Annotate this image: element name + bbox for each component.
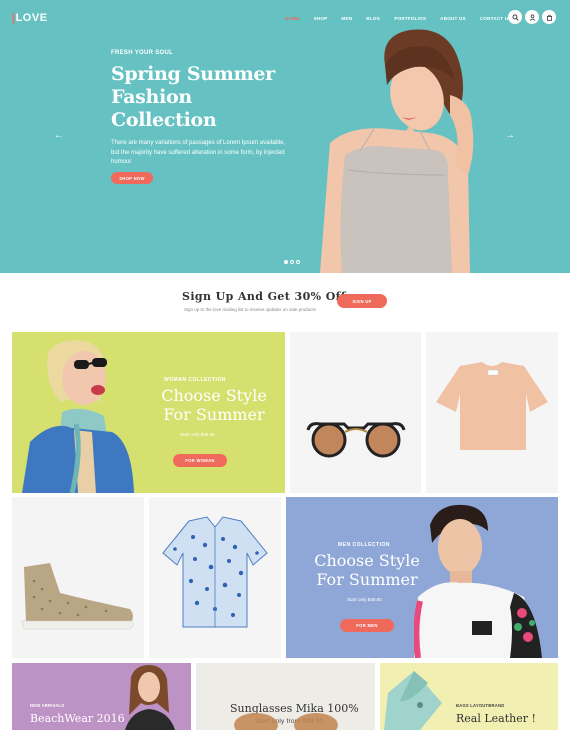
beachwear-banner[interactable]: NEW ARRIVALS BeachWear 2016 (12, 663, 191, 730)
bag-icon (546, 14, 552, 21)
next-slide-arrow-icon[interactable]: → (505, 130, 515, 141)
sign-up-button[interactable]: SIGN UP (337, 294, 387, 308)
product-pink-top[interactable] (426, 332, 558, 493)
cart-button[interactable] (542, 10, 556, 24)
nav-men[interactable]: MEN (341, 16, 352, 21)
for-woman-button[interactable]: FOR WOMAN (173, 454, 227, 467)
hero-kicker: FRESH YOUR SOUL (111, 50, 174, 56)
men-collection-banner[interactable]: MEN COLLECTION Choose Style For Summer S… (286, 497, 558, 658)
nav-shop[interactable]: SHOP (314, 16, 328, 21)
slide-dot-2[interactable] (290, 260, 294, 264)
men-collection-price: Start only $49.00 (347, 597, 382, 602)
hero-copy: FRESH YOUR SOUL Spring Summer Fashion Co… (111, 50, 296, 168)
nav-contact-us[interactable]: CONTACT US (480, 16, 512, 21)
hero-title: Spring Summer Fashion Collection (111, 63, 296, 132)
sneaker-image (21, 563, 134, 630)
sunglasses-image (306, 422, 406, 458)
signup-subtitle: Sign up to the love mailing list to rece… (184, 307, 316, 312)
hero-banner: |LOVE HOME SHOP MEN BLOG PORTFOLIOS ABOU… (0, 0, 570, 273)
slider-dots (284, 260, 300, 264)
prev-slide-arrow-icon[interactable]: ← (54, 130, 64, 141)
sunglasses-banner-image (234, 713, 338, 730)
hero-description: There are many variations of passages of… (111, 140, 286, 165)
header-icons (508, 10, 556, 24)
for-men-button[interactable]: FOR MEN (340, 619, 394, 632)
leather-bag-image (384, 671, 442, 730)
men-title-line2: For Summer (316, 570, 418, 589)
woman-model-image (22, 340, 134, 493)
nav-portfolios[interactable]: PORTFOLIOS (394, 16, 426, 21)
nav-blog[interactable]: BLOG (366, 16, 380, 21)
slide-dot-1[interactable] (284, 260, 288, 264)
woman-collection-price: Start only $49.00 (180, 432, 215, 437)
search-icon (512, 14, 519, 21)
product-sunglasses[interactable] (290, 332, 421, 493)
beachwear-title: BeachWear 2016 (30, 712, 125, 725)
leather-banner[interactable]: BAGS LAYOUTBRAND Real Leather ! (380, 663, 558, 730)
woman-collection-title: Choose Style For Summer (159, 386, 269, 424)
signup-title: Sign Up And Get 30% Off (182, 290, 346, 303)
beachwear-kicker: NEW ARRIVALS (30, 703, 65, 708)
logo[interactable]: |LOVE (12, 12, 48, 24)
printed-shirt-image (162, 516, 268, 628)
user-icon (529, 14, 535, 21)
nav-home[interactable]: HOME (285, 16, 300, 21)
woman-title-line2: For Summer (163, 405, 265, 424)
beachwear-model-image (125, 665, 175, 730)
hero-title-line2: Fashion Collection (111, 86, 217, 131)
main-nav: HOME SHOP MEN BLOG PORTFOLIOS ABOUT US C… (285, 16, 526, 21)
pink-top-image (436, 362, 548, 450)
account-button[interactable] (525, 10, 539, 24)
sunglasses-banner[interactable]: Sunglasses Mika 100% Start only from $49… (196, 663, 375, 730)
man-model-image (414, 504, 542, 658)
woman-collection-banner[interactable]: WOMAN COLLECTION Choose Style For Summer… (12, 332, 285, 493)
product-sneaker[interactable] (12, 497, 144, 658)
woman-collection-kicker: WOMAN COLLECTION (164, 377, 226, 383)
hero-title-line1: Spring Summer (111, 63, 275, 85)
product-printed-shirt[interactable] (149, 497, 281, 658)
leather-title: Real Leather ! (456, 712, 536, 725)
search-button[interactable] (508, 10, 522, 24)
signup-section: Sign Up And Get 30% Off Sign up to the l… (0, 273, 570, 331)
slide-dot-3[interactable] (296, 260, 300, 264)
shop-now-button[interactable]: SHOP NOW (111, 172, 153, 184)
men-collection-title: Choose Style For Summer (312, 551, 422, 589)
men-title-line1: Choose Style (314, 551, 420, 570)
men-collection-kicker: MEN COLLECTION (338, 542, 390, 548)
woman-title-line1: Choose Style (161, 386, 267, 405)
leather-kicker: BAGS LAYOUTBRAND (456, 703, 505, 708)
hero-model-image (320, 29, 474, 273)
nav-about-us[interactable]: ABOUT US (440, 16, 466, 21)
logo-text: LOVE (15, 12, 48, 24)
